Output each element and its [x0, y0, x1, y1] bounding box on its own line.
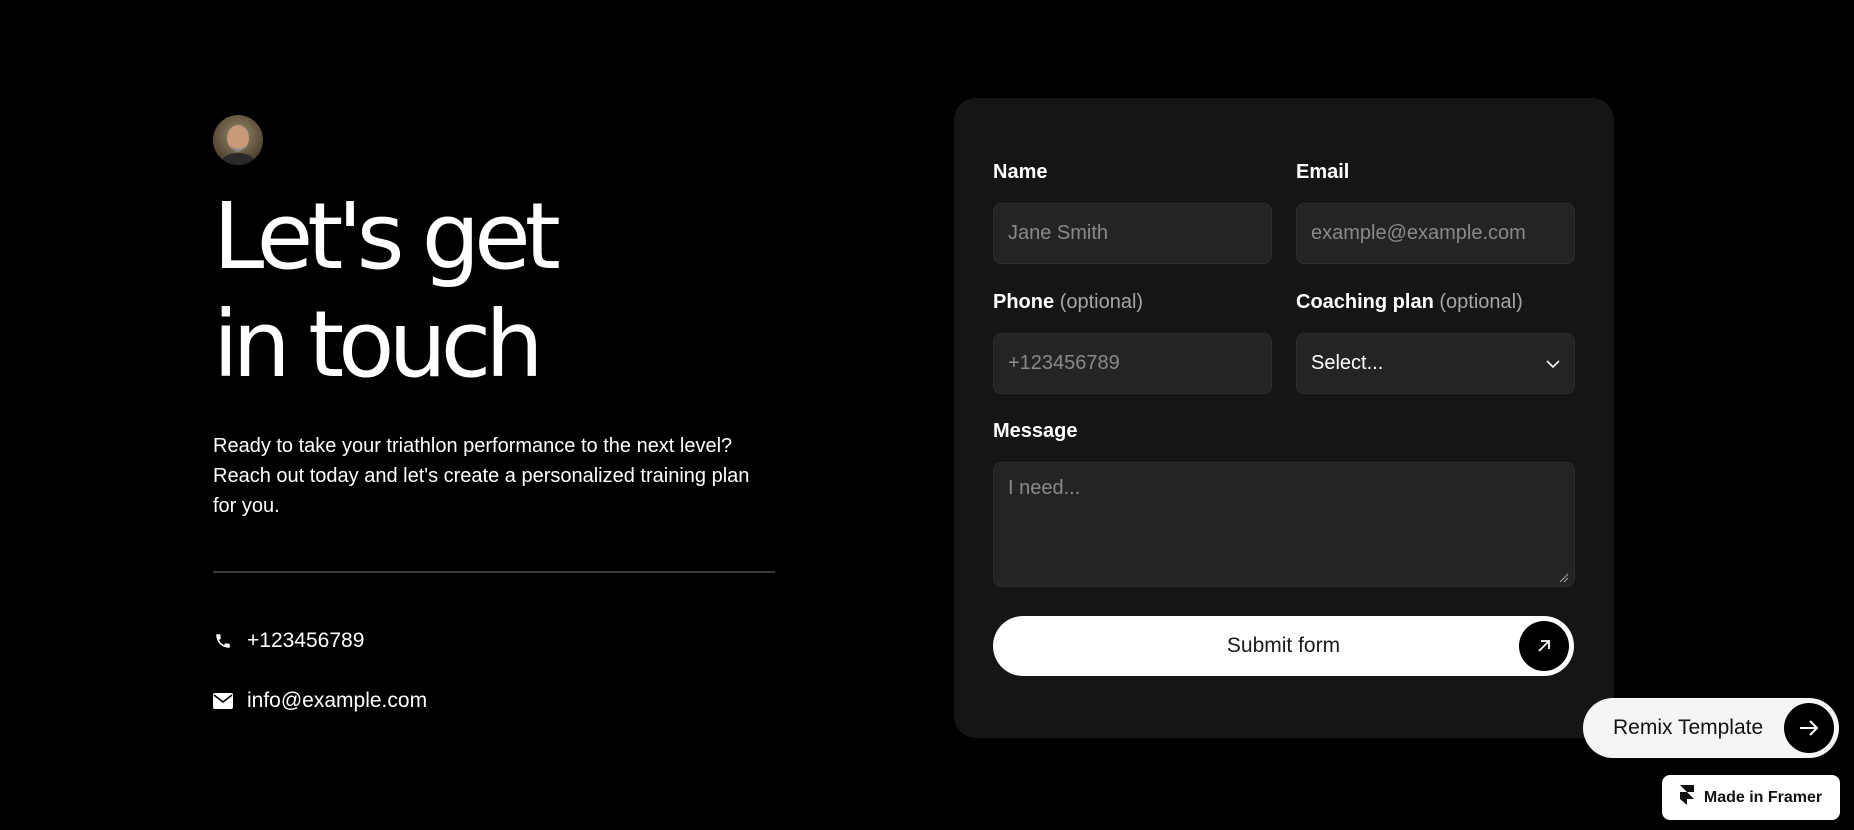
phone-number[interactable]: +123456789: [247, 629, 364, 653]
contact-email[interactable]: info@example.com: [213, 689, 775, 713]
name-label-text: Name: [993, 161, 1048, 183]
arrow-right-icon: [1784, 703, 1834, 753]
message-label: Message: [993, 420, 1078, 443]
intro-text: Ready to take your triathlon performance…: [213, 435, 750, 517]
name-label: Name: [993, 161, 1047, 184]
arrow-up-right-icon: [1519, 621, 1569, 671]
name-input[interactable]: [993, 203, 1272, 264]
message-label-text: Message: [993, 420, 1078, 442]
contact-page: Let's get in touch Ready to take your tr…: [0, 0, 1854, 830]
email-label-text: Email: [1296, 161, 1350, 183]
resize-handle-icon[interactable]: [1557, 570, 1569, 583]
headline-line-2: in touch: [213, 291, 544, 398]
phone-icon: [213, 631, 233, 651]
coaching-plan-select[interactable]: Select...: [1296, 333, 1575, 394]
remix-template-button[interactable]: Remix Template: [1583, 698, 1839, 758]
remix-template-label: Remix Template: [1613, 716, 1764, 739]
framer-logo-icon: [1679, 785, 1694, 810]
page-title: Let's get in touch: [213, 183, 775, 399]
coaching-plan-value: Select...: [1311, 352, 1384, 374]
email-input[interactable]: [1296, 203, 1575, 264]
made-in-framer-label: Made in Framer: [1703, 788, 1823, 806]
coaching-plan-label-text: Coaching plan: [1296, 291, 1434, 313]
divider: [213, 571, 775, 573]
contact-intro: Let's get in touch Ready to take your tr…: [213, 115, 775, 713]
submit-label: Submit form: [1226, 634, 1341, 657]
envelope-icon: [213, 691, 233, 711]
message-textarea[interactable]: [993, 462, 1575, 587]
coach-avatar: [213, 115, 263, 165]
email-address[interactable]: info@example.com: [247, 689, 427, 713]
headline-line-1: Let's get: [213, 183, 561, 290]
contact-form: Name Email Phone (optional) Coaching pla…: [954, 98, 1614, 738]
coaching-plan-label: Coaching plan (optional): [1296, 291, 1523, 314]
chevron-down-icon: [1546, 352, 1560, 375]
contact-phone[interactable]: +123456789: [213, 629, 775, 653]
phone-label: Phone (optional): [993, 291, 1143, 314]
phone-input[interactable]: [993, 333, 1272, 394]
phone-label-text: Phone: [993, 291, 1055, 313]
submit-button[interactable]: Submit form: [993, 616, 1574, 676]
coaching-plan-optional-text: (optional): [1439, 291, 1523, 313]
phone-optional-text: (optional): [1059, 291, 1144, 313]
email-label: Email: [1296, 161, 1349, 184]
made-in-framer-badge[interactable]: Made in Framer: [1662, 775, 1840, 820]
